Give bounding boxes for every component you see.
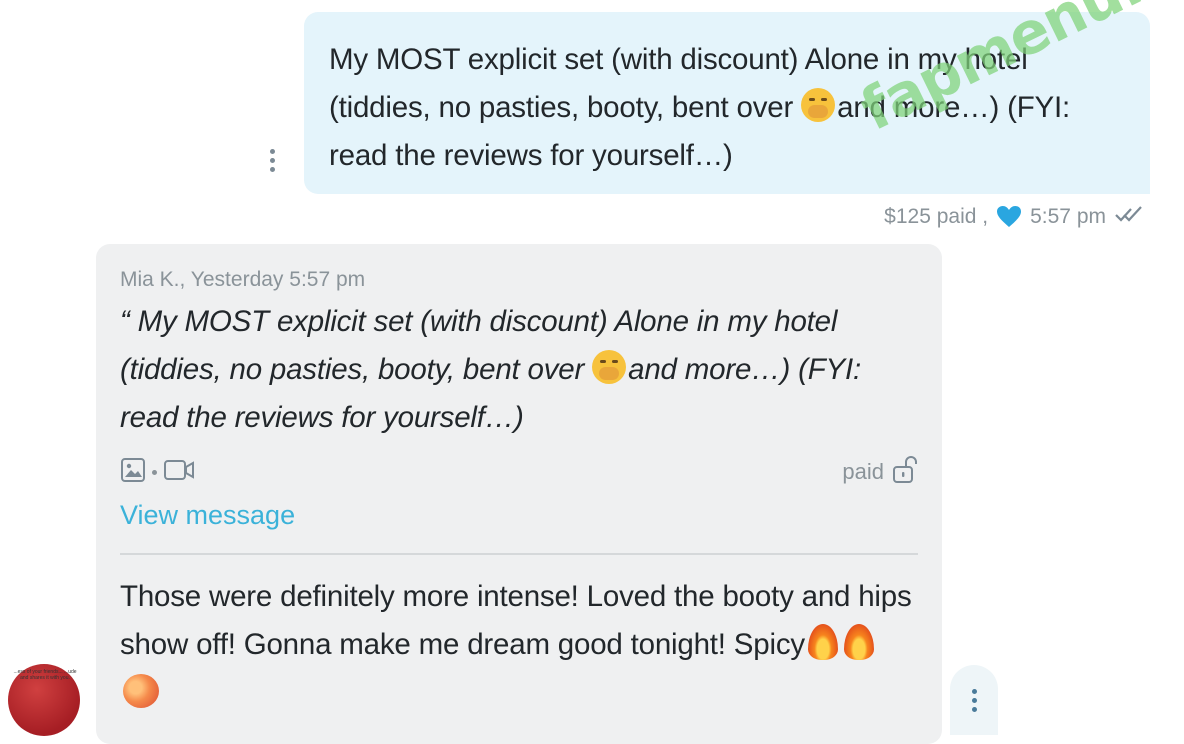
unlock-icon xyxy=(892,454,918,490)
shushing-face-emoji-icon xyxy=(592,350,627,384)
fire-emoji-icon xyxy=(807,624,838,660)
fire-emoji-icon xyxy=(843,624,874,660)
received-message-options-button[interactable] xyxy=(950,665,998,735)
paid-status: paid xyxy=(842,454,918,490)
heart-icon[interactable] xyxy=(996,205,1022,229)
more-vertical-icon xyxy=(269,148,275,154)
view-message-link[interactable]: View message xyxy=(120,500,918,531)
price-status: $125 paid , xyxy=(884,205,989,228)
received-message-bubble: Mia K., Yesterday 5:57 pm “ My MOST expl… xyxy=(96,244,942,744)
quoted-message-text: “ My MOST explicit set (with discount) A… xyxy=(120,305,861,434)
avatar-caption: ...ess of your friends... ...ude and sha… xyxy=(13,669,77,681)
divider xyxy=(120,553,918,555)
peach-emoji-icon xyxy=(123,674,159,708)
quote-media-row: paid xyxy=(120,454,918,490)
shushing-face-emoji-icon xyxy=(801,88,836,122)
sent-time: 5:57 pm xyxy=(1030,205,1106,228)
sent-message-meta: $125 paid , 5:57 pm xyxy=(884,204,1144,230)
media-type-icons xyxy=(120,457,195,488)
sent-message-options-button[interactable] xyxy=(262,146,282,174)
image-icon xyxy=(120,457,146,488)
reply-message-text: Those were definitely more intense! Love… xyxy=(120,573,918,717)
video-icon xyxy=(163,458,195,487)
double-check-icon xyxy=(1114,204,1144,230)
quote-author-time: Mia K., Yesterday 5:57 pm xyxy=(120,268,366,291)
separator-dot xyxy=(152,469,157,475)
more-vertical-icon xyxy=(971,688,977,694)
